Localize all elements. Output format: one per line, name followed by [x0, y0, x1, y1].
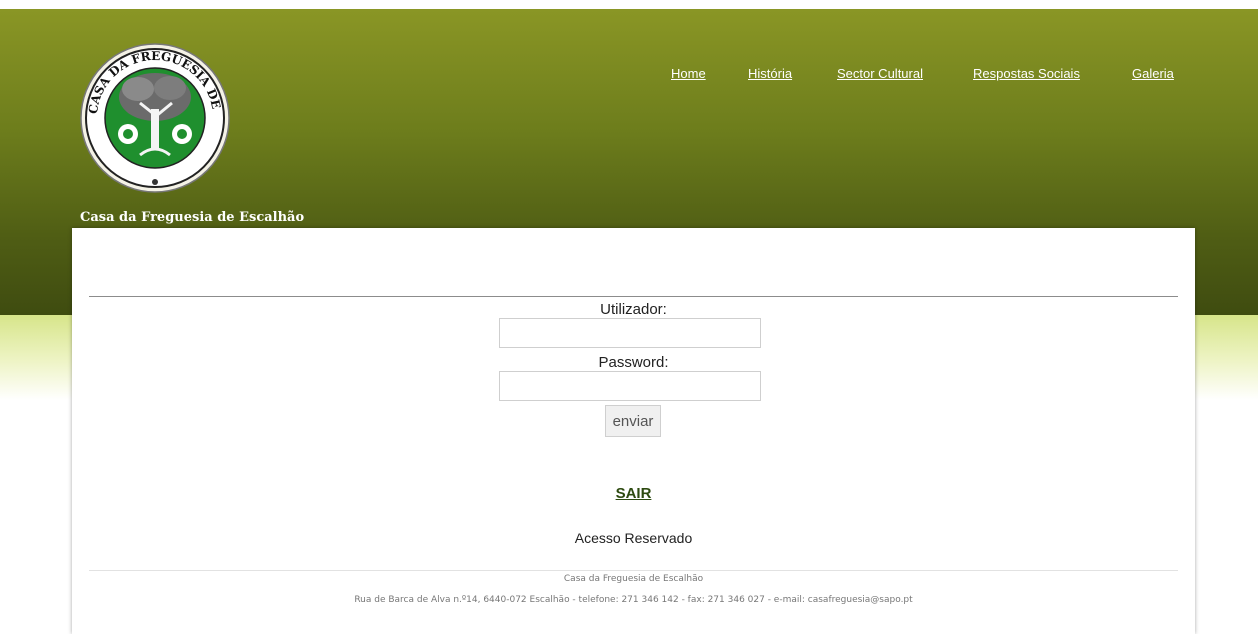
footer-name: Casa da Freguesia de Escalhão [563, 574, 704, 584]
nav-sector-cultural[interactable]: Sector Cultural [837, 66, 923, 81]
footer-divider [89, 570, 1178, 571]
nav-respostas-sociais[interactable]: Respostas Sociais [973, 66, 1080, 81]
nav-historia[interactable]: História [748, 66, 792, 81]
username-label: Utilizador: [600, 301, 667, 318]
site-title: Casa da Freguesia de Escalhão [80, 210, 305, 225]
nav-galeria[interactable]: Galeria [1132, 66, 1174, 81]
submit-button[interactable]: enviar [605, 405, 661, 437]
logout-link[interactable]: SAIR [72, 485, 1195, 502]
flower-left-icon [118, 124, 138, 144]
logo-seal-icon[interactable]: CASA DA FREGUESIA DE ESCALHÃO [80, 31, 230, 199]
main-nav: Home História Sector Cultural Respostas … [0, 66, 1258, 86]
flower-right-icon [172, 124, 192, 144]
content-panel: Utilizador: Password: enviar SAIR Acesso… [72, 228, 1195, 634]
top-divider [89, 296, 1178, 297]
restricted-note: Acesso Reservado [574, 530, 693, 546]
nav-home[interactable]: Home [671, 66, 706, 81]
username-input[interactable] [499, 318, 761, 348]
seal-dot-icon [152, 179, 158, 185]
password-input[interactable] [499, 371, 761, 401]
footer-address: Rua de Barca de Alva n.º14, 6440-072 Esc… [354, 595, 913, 605]
password-label: Password: [598, 354, 669, 371]
